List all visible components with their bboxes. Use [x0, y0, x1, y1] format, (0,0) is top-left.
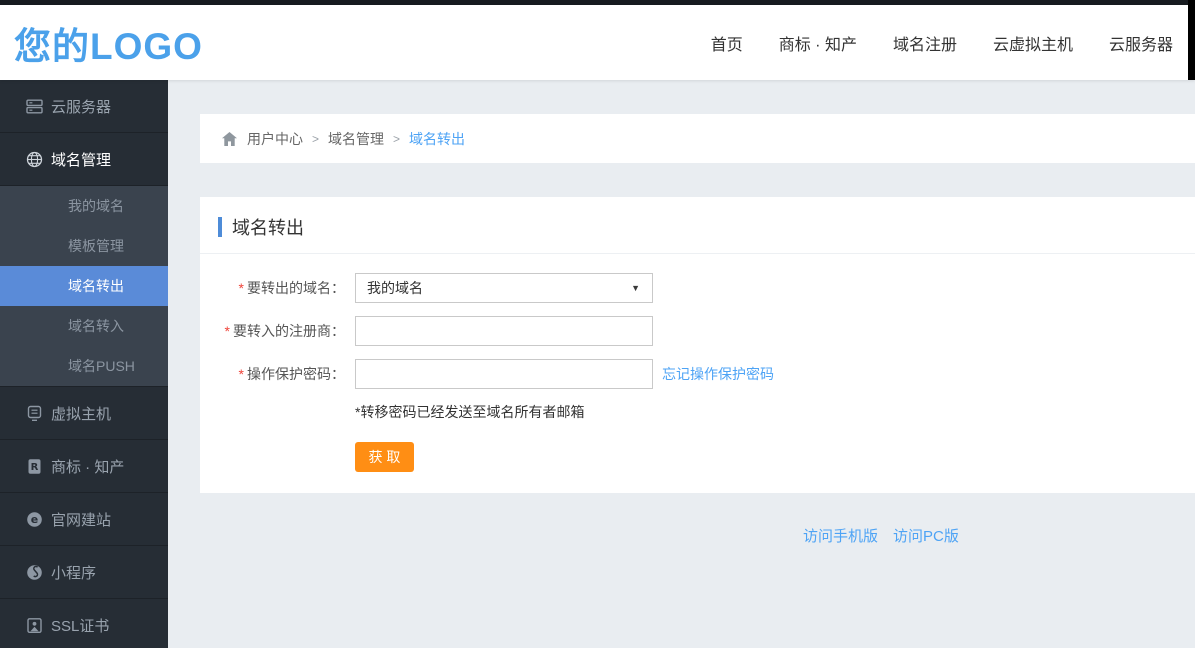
get-button[interactable]: 获 取 [355, 442, 414, 472]
sidebar-item-mini-program[interactable]: 小程序 [0, 546, 168, 599]
sidebar-subitem-domain-transfer-in[interactable]: 域名转入 [0, 306, 168, 346]
transfer-out-form: * 要转出的域名： 我的域名 ▼ * 要转入的注册商： * 操作保护密码： 忘记操 [200, 254, 1195, 472]
sidebar-item-domain-management[interactable]: 域名管理 [0, 133, 168, 186]
footer-link-pc-version[interactable]: 访问PC版 [893, 525, 959, 546]
site-logo[interactable]: 您的LOGO [14, 16, 203, 70]
nav-item-cloud-server[interactable]: 云服务器 [1109, 31, 1173, 55]
miniprogram-icon [26, 564, 43, 581]
form-row-domain: * 要转出的域名： 我的域名 ▼ [200, 273, 1195, 303]
required-asterisk: * [238, 366, 244, 382]
sidebar-item-label: 域名管理 [51, 151, 112, 169]
screenshot-edge-artifact [1188, 0, 1195, 80]
home-icon [222, 131, 238, 146]
nav-item-domain-register[interactable]: 域名注册 [893, 31, 957, 55]
trademark-icon: R [26, 458, 43, 475]
main-layout: 云服务器 域名管理 我的域名 模板管理 域名转出 域名转入 域名PUSH 虚拟主… [0, 80, 1195, 648]
sidebar-item-label: 商标 · 知产 [51, 458, 125, 476]
sidebar: 云服务器 域名管理 我的域名 模板管理 域名转出 域名转入 域名PUSH 虚拟主… [0, 80, 168, 648]
sidebar-item-cloud-server[interactable]: 云服务器 [0, 80, 168, 133]
sidebar-item-ssl-cert[interactable]: SSL证书 [0, 599, 168, 648]
registrar-input[interactable] [355, 316, 653, 346]
domain-select-value: 我的域名 [367, 280, 423, 296]
content-area: 用户中心 > 域名管理 > 域名转出 域名转出 * 要转出的域名： 我的域名 ▼… [168, 80, 1195, 648]
transfer-password-note: *转移密码已经发送至域名所有者邮箱 [355, 404, 585, 420]
required-asterisk: * [224, 323, 230, 339]
form-row-registrar: * 要转入的注册商： [200, 316, 1195, 346]
breadcrumb-item-user-center[interactable]: 用户中心 [247, 129, 303, 149]
domain-transfer-out-panel: 域名转出 * 要转出的域名： 我的域名 ▼ * 要转入的注册商： * 操作保护密… [200, 197, 1195, 493]
sidebar-item-label: 官网建站 [51, 511, 112, 529]
globe-icon [26, 151, 43, 168]
breadcrumb-item-domain-management[interactable]: 域名管理 [328, 129, 384, 149]
browser-icon: e [26, 511, 43, 528]
sidebar-item-virtual-host[interactable]: 虚拟主机 [0, 387, 168, 440]
sidebar-subitem-domain-push[interactable]: 域名PUSH [0, 346, 168, 386]
top-nav: 首页 商标 · 知产 域名注册 云虚拟主机 云服务器 [711, 31, 1173, 55]
footer-link-mobile-version[interactable]: 访问手机版 [803, 525, 878, 546]
panel-title-row: 域名转出 [200, 197, 1195, 254]
sidebar-item-label: 小程序 [51, 564, 97, 582]
breadcrumb-separator: > [393, 131, 401, 146]
form-row-password: * 操作保护密码： 忘记操作保护密码 [200, 359, 1195, 389]
footer-links: 访问手机版 访问PC版 [168, 525, 1195, 546]
breadcrumb-current-page: 域名转出 [409, 130, 466, 147]
svg-text:R: R [31, 462, 39, 473]
title-accent-bar [218, 217, 222, 237]
breadcrumb-separator: > [312, 131, 320, 146]
domain-select[interactable]: 我的域名 ▼ [355, 273, 653, 303]
sidebar-item-label: 虚拟主机 [51, 405, 112, 423]
sidebar-item-trademark[interactable]: R 商标 · 知产 [0, 440, 168, 493]
domain-management-submenu: 我的域名 模板管理 域名转出 域名转入 域名PUSH [0, 186, 168, 387]
app-root: 您的LOGO 首页 商标 · 知产 域名注册 云虚拟主机 云服务器 云服务器 域… [0, 0, 1195, 648]
nav-item-home[interactable]: 首页 [711, 31, 743, 55]
field-label-domain: * 要转出的域名： [238, 280, 345, 296]
nav-item-cloud-virtual-host[interactable]: 云虚拟主机 [993, 31, 1073, 55]
sidebar-subitem-my-domains[interactable]: 我的域名 [0, 186, 168, 226]
site-header: 您的LOGO 首页 商标 · 知产 域名注册 云虚拟主机 云服务器 [0, 5, 1195, 80]
breadcrumb: 用户中心 > 域名管理 > 域名转出 [200, 114, 1195, 163]
protection-password-input[interactable] [355, 359, 653, 389]
field-label-registrar: * 要转入的注册商： [224, 323, 345, 339]
sidebar-subitem-template-management[interactable]: 模板管理 [0, 226, 168, 266]
sidebar-item-website-builder[interactable]: e 官网建站 [0, 493, 168, 546]
chevron-down-icon: ▼ [631, 283, 640, 293]
server-icon [26, 98, 43, 115]
forgot-password-link[interactable]: 忘记操作保护密码 [662, 364, 774, 384]
host-icon [26, 405, 43, 422]
field-label-password: * 操作保护密码： [238, 366, 345, 382]
required-asterisk: * [238, 280, 244, 296]
certificate-icon [26, 617, 43, 634]
page-title: 域名转出 [232, 218, 304, 238]
nav-item-trademark[interactable]: 商标 · 知产 [779, 31, 857, 55]
sidebar-item-label: SSL证书 [51, 617, 110, 635]
sidebar-item-label: 云服务器 [51, 98, 112, 116]
sidebar-subitem-domain-transfer-out[interactable]: 域名转出 [0, 266, 168, 306]
svg-text:e: e [31, 513, 38, 526]
